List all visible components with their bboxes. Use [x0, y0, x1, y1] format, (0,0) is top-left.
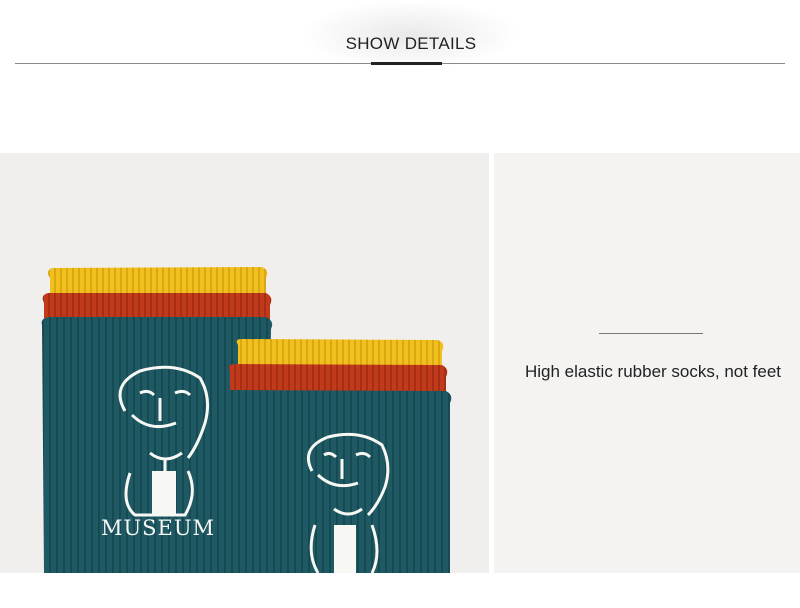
bottom-spacer — [0, 573, 800, 608]
caption-divider — [599, 333, 703, 334]
left-sock-bust-neck — [152, 471, 176, 515]
product-photo: MUSEUM — [0, 153, 489, 573]
sock-print-text: MUSEUM — [101, 516, 215, 540]
detail-caption: High elastic rubber socks, not feet — [524, 362, 782, 381]
header-accent-bar — [371, 62, 442, 65]
right-sock-bust-neck — [334, 525, 356, 573]
detail-text-panel: High elastic rubber socks, not feet — [494, 153, 800, 573]
section-header: SHOW DETAILS — [0, 0, 800, 90]
section-title: SHOW DETAILS — [345, 34, 477, 53]
right-sock — [221, 339, 452, 573]
